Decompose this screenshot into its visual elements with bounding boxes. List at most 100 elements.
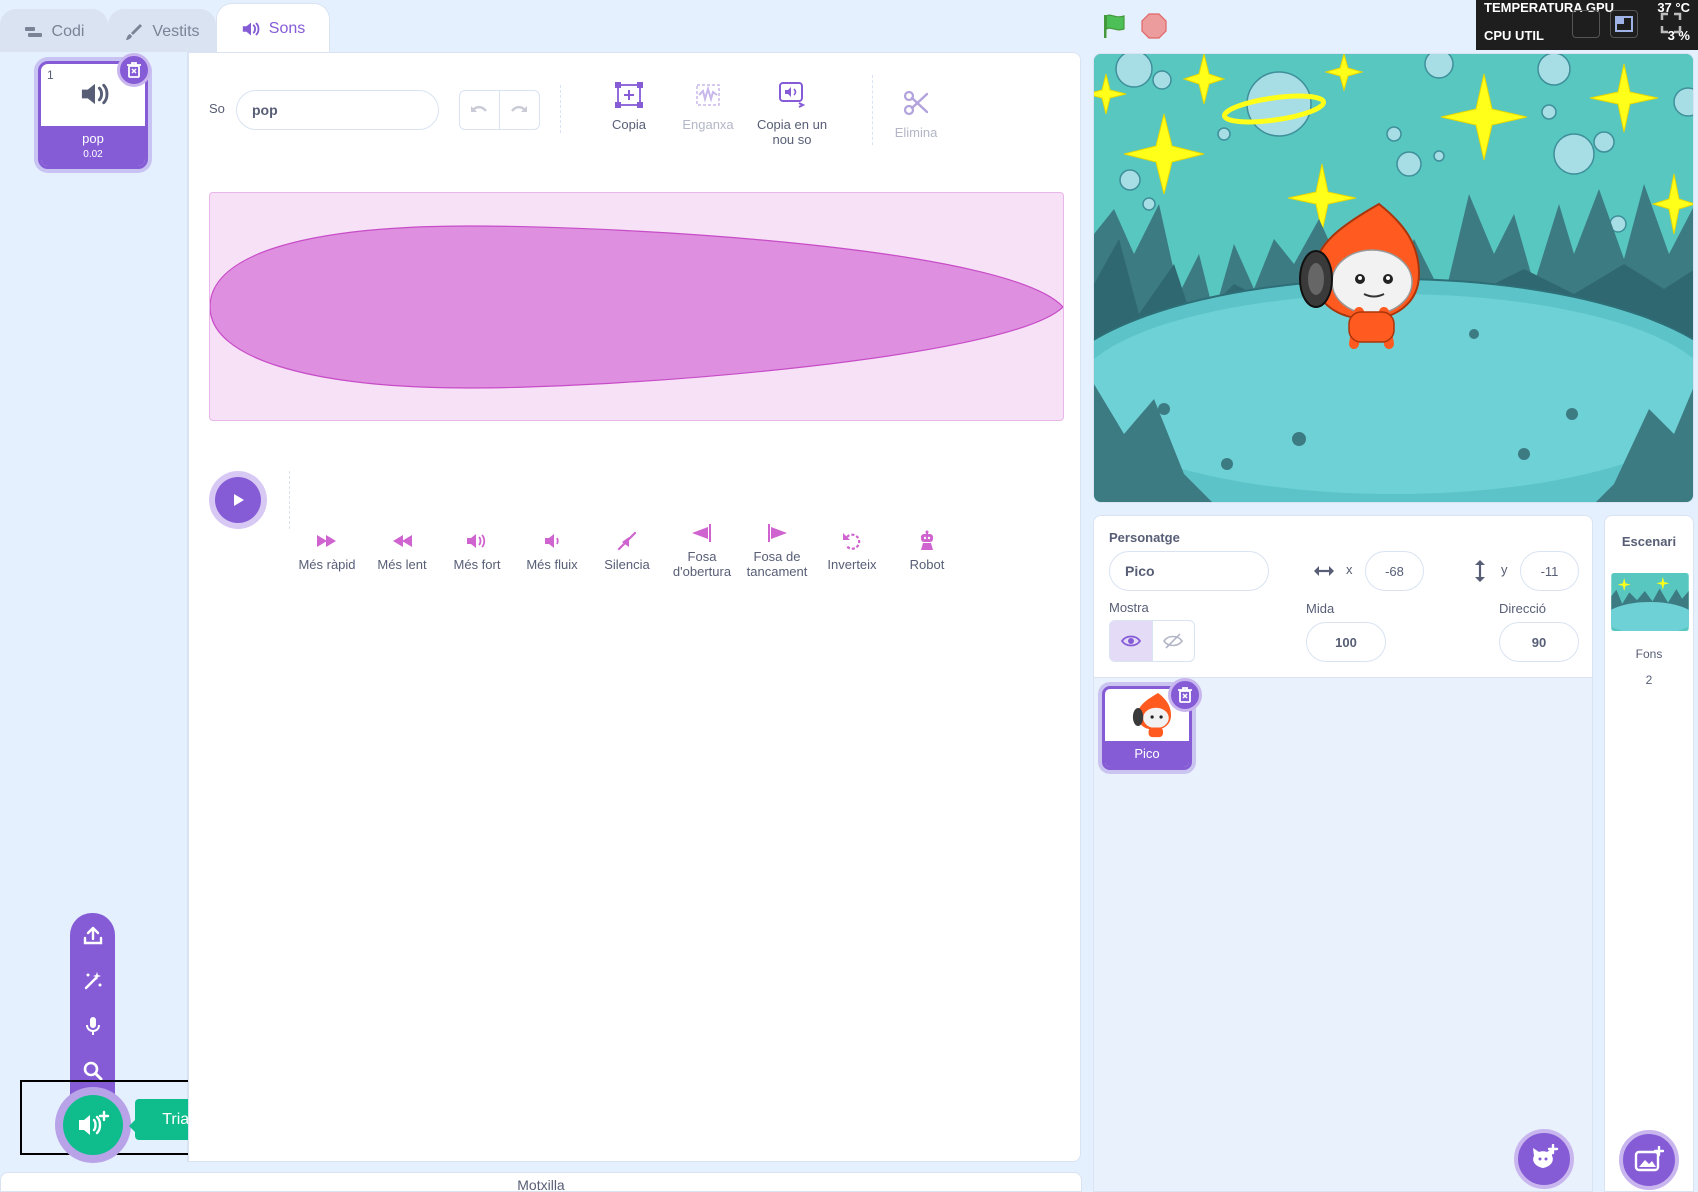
tab-code-label: Codi: [51, 22, 85, 40]
copy-to-new-button[interactable]: Copia en un nou so: [742, 79, 842, 147]
choose-sprite-button[interactable]: [1514, 1129, 1574, 1189]
stop-icon: [1141, 13, 1167, 39]
y-input[interactable]: -11: [1520, 551, 1579, 591]
delete-sound-button[interactable]: [117, 53, 151, 87]
backpack-label: Motxilla: [517, 1177, 565, 1192]
direction-label: Direcció: [1499, 601, 1546, 616]
trash-icon: [1178, 687, 1192, 703]
tab-costumes-label: Vestits: [152, 22, 200, 40]
louder-icon: [465, 529, 489, 553]
stage-thumbnail[interactable]: [1611, 573, 1689, 631]
sound-name-label: So: [209, 101, 225, 116]
upload-icon: [83, 926, 103, 945]
search-sound-button[interactable]: [82, 1060, 104, 1082]
copy-label: Copia: [612, 117, 646, 132]
play-button[interactable]: [209, 471, 267, 529]
undo-redo-group: [459, 90, 540, 130]
green-flag-button[interactable]: [1098, 10, 1130, 42]
show-toggle-group: [1109, 620, 1195, 662]
show-visible-button[interactable]: [1110, 621, 1152, 661]
robot-icon: [915, 529, 939, 553]
mute-icon: [615, 529, 639, 553]
sprite-tile-label-bg: Pico: [1105, 741, 1189, 767]
backdrop-thumbnail: [1611, 573, 1689, 631]
tab-sounds-label: Sons: [268, 19, 306, 37]
effect-slower-label: Més lent: [377, 557, 427, 572]
stop-button[interactable]: [1138, 10, 1170, 42]
upload-sound-button[interactable]: [82, 925, 104, 947]
green-flag-icon: [1104, 14, 1125, 38]
choose-backdrop-button[interactable]: [1619, 1130, 1679, 1190]
sound-index: 1: [47, 68, 54, 82]
sound-duration: 0.02: [83, 149, 103, 160]
undo-button[interactable]: [460, 91, 500, 129]
effect-fade-in-label: Fosa d'obertura: [672, 549, 732, 579]
direction-input[interactable]: 90: [1499, 622, 1579, 662]
add-sprite-icon: [1533, 1144, 1559, 1168]
effects-divider: [289, 471, 290, 529]
sound-name-input[interactable]: pop: [236, 90, 439, 130]
small-stage-button[interactable]: [1572, 10, 1600, 38]
choose-sound-button[interactable]: [55, 1087, 131, 1163]
stage-pane-title: Escenari: [1621, 534, 1677, 549]
tab-costumes[interactable]: Vestits: [108, 9, 216, 53]
backpack[interactable]: Motxilla: [0, 1172, 1082, 1192]
stage-pane: Escenari Fons 2: [1604, 515, 1694, 1192]
paste-label: Enganxa: [682, 117, 734, 132]
sound-name: pop: [82, 131, 104, 146]
toolbar-divider: [560, 85, 561, 133]
fullscreen-button[interactable]: [1660, 12, 1684, 36]
redo-button[interactable]: [500, 91, 540, 129]
x-input[interactable]: -68: [1365, 551, 1424, 591]
size-label: Mida: [1306, 601, 1335, 616]
effect-softer[interactable]: Més fluix: [517, 529, 587, 572]
scissors-icon: [900, 87, 932, 119]
search-icon: [83, 1061, 103, 1081]
add-sound-icon: [79, 1110, 110, 1135]
effect-slower[interactable]: Més lent: [367, 529, 437, 572]
tab-sounds[interactable]: Sons: [216, 3, 330, 53]
paste-button[interactable]: Enganxa: [673, 79, 743, 132]
surprise-sound-button[interactable]: [82, 970, 104, 992]
sound-tile-label: pop 0.02: [41, 126, 145, 166]
tab-code[interactable]: Codi: [0, 9, 108, 53]
copy-icon: [613, 79, 645, 111]
effect-fade-in[interactable]: Fosa d'obertura: [667, 521, 737, 579]
trash-icon: [127, 62, 141, 78]
effect-faster-label: Més ràpid: [298, 557, 356, 572]
copy-to-new-icon: [776, 79, 808, 111]
code-icon: [24, 22, 44, 42]
effect-robot[interactable]: Robot: [892, 529, 962, 572]
surprise-icon: [84, 972, 102, 990]
waveform-container[interactable]: [209, 192, 1064, 421]
show-label: Mostra: [1109, 600, 1149, 615]
eye-icon: [1120, 635, 1141, 647]
record-sound-button[interactable]: [82, 1015, 104, 1037]
eye-off-icon: [1163, 633, 1184, 649]
size-input[interactable]: 100: [1306, 622, 1386, 662]
slower-icon: [390, 529, 414, 553]
stage[interactable]: [1093, 53, 1694, 503]
copy-button[interactable]: Copia: [594, 79, 664, 132]
add-sound-menu: [70, 913, 115, 1103]
fade-out-icon: [765, 521, 789, 545]
sprite-pane: Pico: [1093, 678, 1593, 1192]
sound-editor: So pop Copia Enganxa Copia en un nou so …: [188, 52, 1081, 1162]
effect-faster[interactable]: Més ràpid: [292, 529, 362, 572]
effect-louder[interactable]: Més fort: [442, 529, 512, 572]
show-hidden-button[interactable]: [1151, 621, 1194, 661]
large-stage-button[interactable]: [1610, 10, 1638, 38]
delete-button[interactable]: Elimina: [881, 87, 951, 140]
toolbar-divider-2: [872, 75, 873, 145]
sprite-name-input[interactable]: Pico: [1109, 551, 1269, 591]
effect-reverse[interactable]: Inverteix: [817, 529, 887, 572]
sprite-info-panel: Personatge Pico x -68 y -11 Mostra Mida …: [1093, 515, 1593, 678]
backdrops-label: Fons: [1635, 647, 1663, 661]
waveform: [210, 225, 1063, 389]
effect-mute[interactable]: Silencia: [592, 529, 662, 572]
effect-fade-out[interactable]: Fosa de tancament: [742, 521, 812, 579]
fade-in-icon: [690, 521, 714, 545]
play-icon: [234, 494, 244, 506]
effect-fade-out-label: Fosa de tancament: [746, 549, 808, 579]
delete-sprite-button[interactable]: [1168, 678, 1202, 712]
